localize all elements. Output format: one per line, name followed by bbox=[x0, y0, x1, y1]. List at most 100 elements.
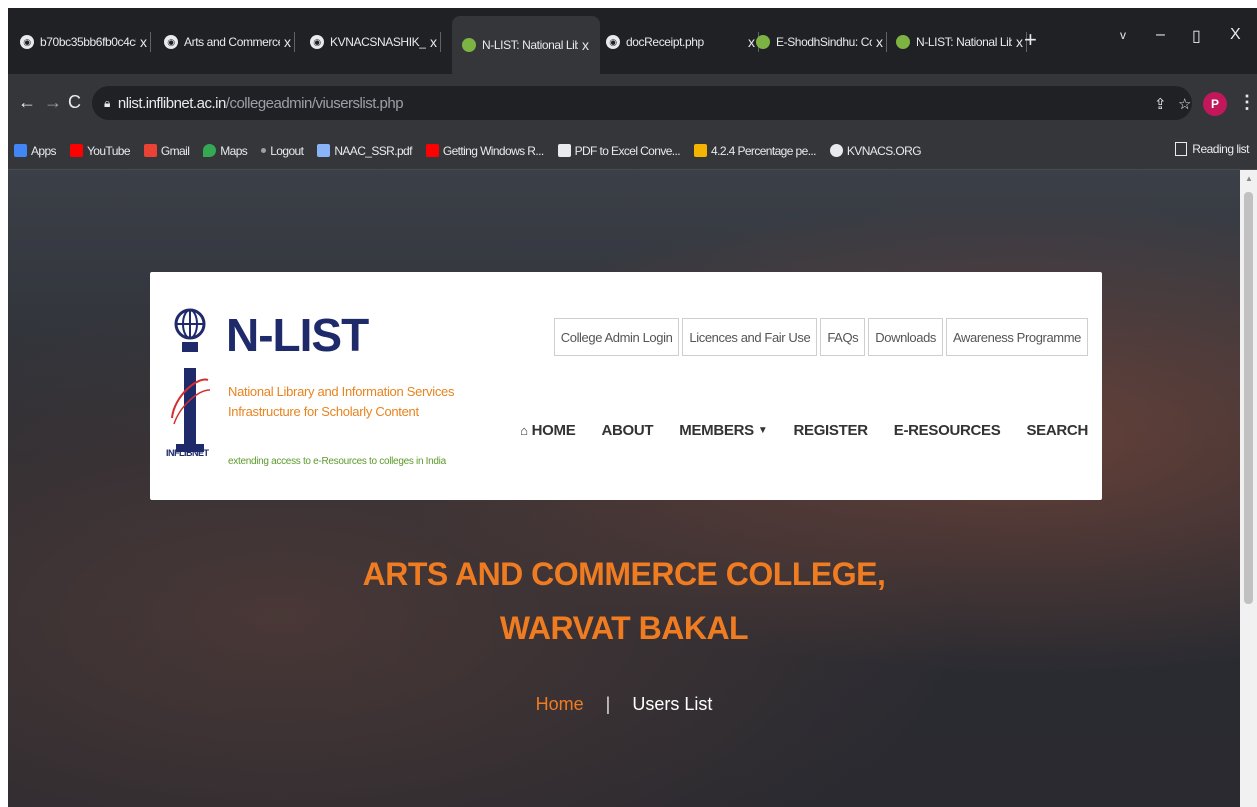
back-icon[interactable]: ← bbox=[18, 92, 36, 113]
reading-list-label: Reading list bbox=[1192, 142, 1249, 156]
breadcrumb-home-link[interactable]: Home bbox=[536, 694, 584, 714]
nav-home[interactable]: ⌂ HOME bbox=[520, 422, 576, 439]
site-logo-name: N-LIST bbox=[226, 309, 369, 361]
bookmark-gmail[interactable]: Gmail bbox=[143, 143, 190, 158]
nav-register[interactable]: REGISTER bbox=[793, 422, 868, 439]
bookmark-label: Maps bbox=[220, 143, 248, 158]
tab[interactable]: ◉ docReceipt.php x bbox=[606, 22, 759, 62]
bookmark-apps[interactable]: Apps bbox=[14, 143, 57, 158]
tab[interactable]: E-ShodhSindhu: Con x bbox=[756, 22, 887, 62]
college-name-line-2: WARVAT BAKAL bbox=[499, 610, 749, 646]
licences-link[interactable]: Licences and Fair Use bbox=[682, 318, 818, 356]
awareness-programme-link[interactable]: Awareness Programme bbox=[946, 318, 1088, 356]
bookmark-getting-windows[interactable]: Getting Windows R... bbox=[425, 143, 544, 158]
url-host: nlist.inflibnet.ac.in bbox=[117, 94, 226, 112]
document-icon bbox=[557, 144, 571, 157]
caret-down-icon: ▼ bbox=[757, 425, 768, 436]
bookmark-naac-ssr[interactable]: NAAC_SSR.pdf bbox=[317, 144, 412, 158]
inflibnet-logo-icon bbox=[171, 308, 211, 452]
scrollbar-thumb[interactable] bbox=[1244, 192, 1253, 604]
close-icon[interactable]: x bbox=[582, 37, 589, 53]
nav-label: MEMBERS bbox=[679, 422, 754, 439]
college-admin-login-link[interactable]: College Admin Login bbox=[553, 318, 680, 356]
more-menu-icon[interactable]: ⋮ bbox=[1238, 92, 1256, 113]
bookmark-label: PDF to Excel Conve... bbox=[574, 143, 681, 158]
close-icon[interactable]: x bbox=[1016, 34, 1023, 50]
nav-members[interactable]: MEMBERS ▼ bbox=[679, 422, 767, 439]
page-content: N-LIST National Library and Information … bbox=[8, 170, 1240, 807]
youtube-icon bbox=[425, 144, 439, 157]
profile-avatar[interactable]: P bbox=[1203, 92, 1227, 116]
bookmark-label: 4.2.4 Percentage pe... bbox=[711, 143, 816, 158]
bookmark-star-icon[interactable]: ☆ bbox=[1178, 95, 1191, 113]
tab-title: KVNACSNASHIK_Crit bbox=[330, 35, 426, 49]
new-tab-button[interactable]: + bbox=[1024, 29, 1037, 51]
globe-icon bbox=[829, 144, 843, 157]
tab[interactable]: ◉ KVNACSNASHIK_Crit x bbox=[310, 22, 441, 62]
bookmark-maps[interactable]: Maps bbox=[203, 143, 248, 158]
share-icon[interactable]: ⇪ bbox=[1154, 95, 1167, 113]
tab-title: E-ShodhSindhu: Con bbox=[776, 35, 872, 49]
nlist-favicon bbox=[462, 38, 476, 52]
bookmark-pdf-to-excel[interactable]: PDF to Excel Conve... bbox=[557, 143, 681, 158]
nav-about[interactable]: ABOUT bbox=[601, 422, 653, 439]
bookmark-label: Getting Windows R... bbox=[442, 143, 544, 158]
tab-title: N-LIST: National Libr bbox=[916, 35, 1012, 49]
reading-list-icon bbox=[1175, 142, 1188, 156]
inflibnet-label: INFLIBNET bbox=[166, 448, 209, 458]
downloads-link[interactable]: Downloads bbox=[868, 318, 943, 356]
bookmark-label: YouTube bbox=[86, 143, 131, 158]
reload-icon[interactable]: C bbox=[68, 92, 81, 113]
forward-icon[interactable]: → bbox=[44, 92, 62, 113]
bookmark-label: Gmail bbox=[160, 143, 190, 158]
browser-window: ◉ b70bc35bb6fb0c4c55 x ◉ Arts and Commer… bbox=[8, 8, 1257, 807]
close-icon[interactable]: x bbox=[430, 34, 437, 50]
nav-search[interactable]: SEARCH bbox=[1026, 422, 1088, 439]
tab[interactable]: ◉ b70bc35bb6fb0c4c55 x bbox=[20, 22, 151, 62]
apps-grid-icon bbox=[14, 144, 27, 157]
logo-tagline-3: extending access to e-Resources to colle… bbox=[228, 456, 446, 467]
restore-icon[interactable]: ▯ bbox=[1192, 26, 1201, 46]
close-icon[interactable]: x bbox=[748, 34, 755, 50]
scroll-up-icon[interactable]: ▲ bbox=[1245, 174, 1253, 183]
bookmarks-bar: Apps YouTube Gmail Maps Logout NAAC_SSR.… bbox=[8, 132, 1257, 170]
tab[interactable]: N-LIST: National Libr x bbox=[896, 22, 1027, 62]
globe-icon: ◉ bbox=[164, 35, 178, 49]
document-icon bbox=[317, 144, 331, 157]
bookmark-label: Apps bbox=[31, 143, 57, 158]
nav-e-resources[interactable]: E-RESOURCES bbox=[894, 422, 1001, 439]
bookmark-youtube[interactable]: YouTube bbox=[69, 143, 131, 158]
bookmark-percentage[interactable]: 4.2.4 Percentage pe... bbox=[694, 143, 817, 158]
bookmark-label: KVNACS.ORG bbox=[846, 143, 922, 158]
bookmark-label: Logout bbox=[270, 143, 304, 158]
tab-title: docReceipt.php bbox=[626, 35, 704, 49]
college-name-line-1: ARTS AND COMMERCE COLLEGE, bbox=[362, 556, 886, 592]
gmail-icon bbox=[143, 144, 157, 157]
close-icon[interactable]: x bbox=[284, 34, 291, 50]
tab-search-icon[interactable]: v bbox=[1120, 28, 1126, 42]
tab-title: Arts and Commerce C bbox=[184, 35, 280, 49]
youtube-icon bbox=[69, 144, 83, 157]
address-bar[interactable]: 🔒︎ nlist.inflibnet.ac.in/collegeadmin/vi… bbox=[92, 86, 1192, 120]
tab-title: N-LIST: National Libr bbox=[482, 38, 578, 52]
close-icon[interactable]: x bbox=[140, 34, 147, 50]
tab-strip: ◉ b70bc35bb6fb0c4c55 x ◉ Arts and Commer… bbox=[8, 8, 1257, 74]
nlist-favicon bbox=[756, 35, 770, 49]
url-path: /collegeadmin/viuserslist.php bbox=[225, 94, 404, 112]
close-icon[interactable]: x bbox=[876, 34, 883, 50]
site-header: N-LIST National Library and Information … bbox=[150, 272, 1102, 500]
close-window-icon[interactable]: X bbox=[1230, 26, 1241, 44]
bookmark-logout[interactable]: Logout bbox=[261, 143, 304, 158]
tab[interactable]: ◉ Arts and Commerce C x bbox=[164, 22, 295, 62]
logo-tagline-1: National Library and Information Service… bbox=[228, 384, 455, 399]
reading-list-button[interactable]: Reading list bbox=[1175, 142, 1249, 156]
lock-icon[interactable]: 🔒︎ bbox=[104, 96, 110, 111]
bookmark-kvnacs[interactable]: KVNACS.ORG bbox=[829, 143, 922, 158]
faqs-link[interactable]: FAQs bbox=[820, 318, 866, 356]
minimize-icon[interactable]: – bbox=[1156, 26, 1165, 44]
maps-pin-icon bbox=[203, 144, 217, 157]
breadcrumb: Home | Users List bbox=[8, 694, 1240, 715]
page-scrollbar[interactable]: ▲ bbox=[1240, 170, 1257, 807]
globe-icon: ◉ bbox=[310, 35, 324, 49]
tab-active[interactable]: N-LIST: National Libr x bbox=[452, 16, 600, 74]
